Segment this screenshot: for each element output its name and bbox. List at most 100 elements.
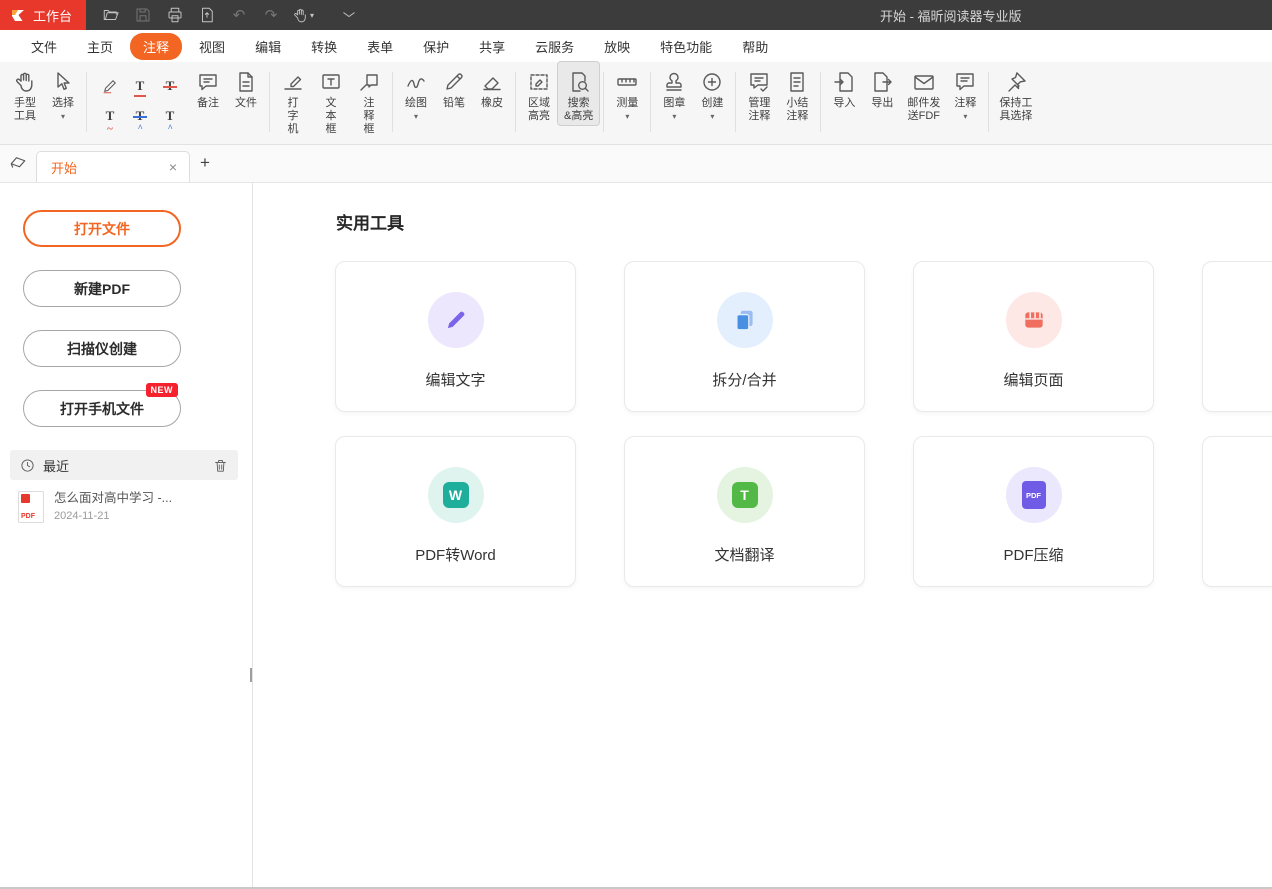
save-button[interactable]	[128, 0, 158, 30]
foxit-logo-icon	[10, 7, 26, 23]
menu-item-file[interactable]: 文件	[18, 33, 70, 60]
drawing-button[interactable]: 绘图 ▾	[397, 62, 435, 123]
manage-comments-icon	[747, 70, 771, 94]
chevron-down-icon: ▾	[414, 113, 418, 121]
insert-text-icon: T	[166, 108, 175, 124]
tool-card-doc-translate[interactable]: T 文档翻译	[624, 436, 865, 587]
hand-icon	[13, 70, 37, 94]
highlight-text-button[interactable]	[97, 72, 123, 100]
pencil-button[interactable]: 铅笔	[435, 62, 473, 112]
recent-file-item[interactable]: PDF 怎么面对高中学习 -... 2024-11-21	[18, 491, 232, 523]
ribbon-separator	[86, 72, 87, 132]
menu-item-home[interactable]: 主页	[74, 33, 126, 60]
export-button[interactable]	[192, 0, 222, 30]
menu-item-share[interactable]: 共享	[466, 33, 518, 60]
tool-card-label: PDF转Word	[415, 544, 496, 565]
comments-panel-button[interactable]: 注释 ▾	[946, 62, 984, 123]
summarize-comments-button[interactable]: 小结 注释	[778, 62, 816, 125]
split-merge-icon	[717, 292, 773, 348]
comment-bubble-icon	[953, 70, 977, 94]
pushpin-icon	[1004, 70, 1028, 94]
file-attachment-icon	[234, 70, 258, 94]
menu-item-edit[interactable]: 编辑	[242, 33, 294, 60]
chevron-down-icon: ▾	[625, 113, 629, 121]
tool-card-pdf-compress[interactable]: PDF PDF压缩	[913, 436, 1154, 587]
email-fdf-button[interactable]: 邮件发 送FDF	[901, 62, 946, 125]
menu-item-help[interactable]: 帮助	[729, 33, 781, 60]
open-file-button[interactable]	[96, 0, 126, 30]
menu-item-slideshow[interactable]: 放映	[591, 33, 643, 60]
menu-item-cloud[interactable]: 云服务	[522, 33, 587, 60]
note-comment-button[interactable]: 备注	[189, 62, 227, 112]
main-content: 实用工具 编辑文字 拆分/合并	[253, 183, 1272, 887]
ribbon-separator	[820, 72, 821, 132]
workspace-button[interactable]: 工作台	[0, 0, 86, 30]
menu-item-convert[interactable]: 转换	[298, 33, 350, 60]
tool-card-label: 拆分/合并	[712, 369, 776, 390]
area-highlight-button[interactable]: 区域 高亮	[520, 62, 558, 125]
hand-tool-quick-button[interactable]: ▾	[288, 0, 318, 30]
typewriter-button[interactable]: 打 字 机	[274, 62, 312, 138]
underline-text-button[interactable]: T	[127, 72, 153, 100]
tool-card-edit-pages[interactable]: 编辑页面	[913, 261, 1154, 412]
section-title: 实用工具	[336, 209, 404, 234]
callout-button[interactable]: 注 释 框	[350, 62, 388, 138]
new-badge: NEW	[146, 383, 179, 397]
export-comments-button[interactable]: 导出	[863, 62, 901, 112]
menu-item-form[interactable]: 表单	[354, 33, 406, 60]
stamp-button[interactable]: 图章 ▾	[655, 62, 693, 123]
keep-tool-selected-button[interactable]: 保持工 具选择	[993, 62, 1038, 125]
file-attachment-button[interactable]: 文件	[227, 62, 265, 112]
window-title: 开始 - 福昕阅读器专业版	[880, 0, 1022, 30]
trash-icon[interactable]	[213, 458, 228, 473]
tool-card-label: 编辑文字	[425, 369, 485, 390]
hand-tool-button[interactable]: 手型 工具	[6, 62, 44, 125]
undo-button[interactable]: ↶	[224, 0, 254, 30]
ribbon-separator	[603, 72, 604, 132]
chevron-down-icon: ▾	[710, 113, 714, 121]
insert-text-button[interactable]: T	[157, 102, 183, 130]
tab-start[interactable]: 开始 ×	[36, 151, 190, 182]
replace-text-icon: T	[136, 108, 145, 124]
new-pdf-button[interactable]: 新建PDF	[23, 270, 181, 307]
manage-comments-button[interactable]: 管理 注释	[740, 62, 778, 125]
tool-card-partial[interactable]	[1202, 436, 1272, 587]
squiggly-underline-button[interactable]: T	[97, 102, 123, 130]
open-mobile-file-button[interactable]: 打开手机文件 NEW	[23, 390, 181, 427]
close-icon[interactable]: ×	[167, 159, 179, 175]
measure-button[interactable]: 测量 ▾	[608, 62, 646, 123]
hand-icon	[292, 7, 309, 24]
search-highlight-button[interactable]: 搜索 &高亮	[558, 62, 599, 125]
print-button[interactable]	[160, 0, 190, 30]
underline-icon: T	[136, 78, 145, 94]
open-file-sidebar-button[interactable]: 打开文件	[23, 210, 181, 247]
select-tool-button[interactable]: 选择 ▾	[44, 62, 82, 123]
recent-section-header: 最近	[10, 450, 238, 480]
menu-item-comment[interactable]: 注释	[130, 33, 182, 60]
textbox-button[interactable]: 文 本 框	[312, 62, 350, 138]
tool-card-pdf-to-word[interactable]: W PDF转Word	[335, 436, 576, 587]
open-file-label: 打开文件	[74, 219, 130, 239]
menu-item-features[interactable]: 特色功能	[647, 33, 725, 60]
tool-card-partial[interactable]	[1202, 261, 1272, 412]
menu-item-view[interactable]: 视图	[186, 33, 238, 60]
summarize-comments-icon	[785, 70, 809, 94]
create-button[interactable]: 创建 ▾	[693, 62, 731, 123]
printer-icon	[166, 6, 184, 24]
squiggly-underline-icon: T	[106, 108, 115, 124]
tool-card-split-merge[interactable]: 拆分/合并	[624, 261, 865, 412]
replace-text-button[interactable]: T	[127, 102, 153, 130]
import-comments-button[interactable]: 导入	[825, 62, 863, 112]
new-tab-button[interactable]: +	[190, 144, 220, 182]
menu-item-protect[interactable]: 保护	[410, 33, 462, 60]
customize-toolbar-button[interactable]	[334, 0, 364, 30]
scanner-create-button[interactable]: 扫描仪创建	[23, 330, 181, 367]
eraser-button[interactable]: 橡皮	[473, 62, 511, 112]
tool-card-edit-text[interactable]: 编辑文字	[335, 261, 576, 412]
redo-button[interactable]: ↷	[256, 0, 286, 30]
strikethrough-icon: T	[166, 78, 175, 94]
ribbon-separator	[988, 72, 989, 132]
strikeout-text-button[interactable]: T	[157, 72, 183, 100]
tab-tools-button[interactable]	[0, 144, 36, 182]
tool-card-label: 编辑页面	[1003, 369, 1063, 390]
